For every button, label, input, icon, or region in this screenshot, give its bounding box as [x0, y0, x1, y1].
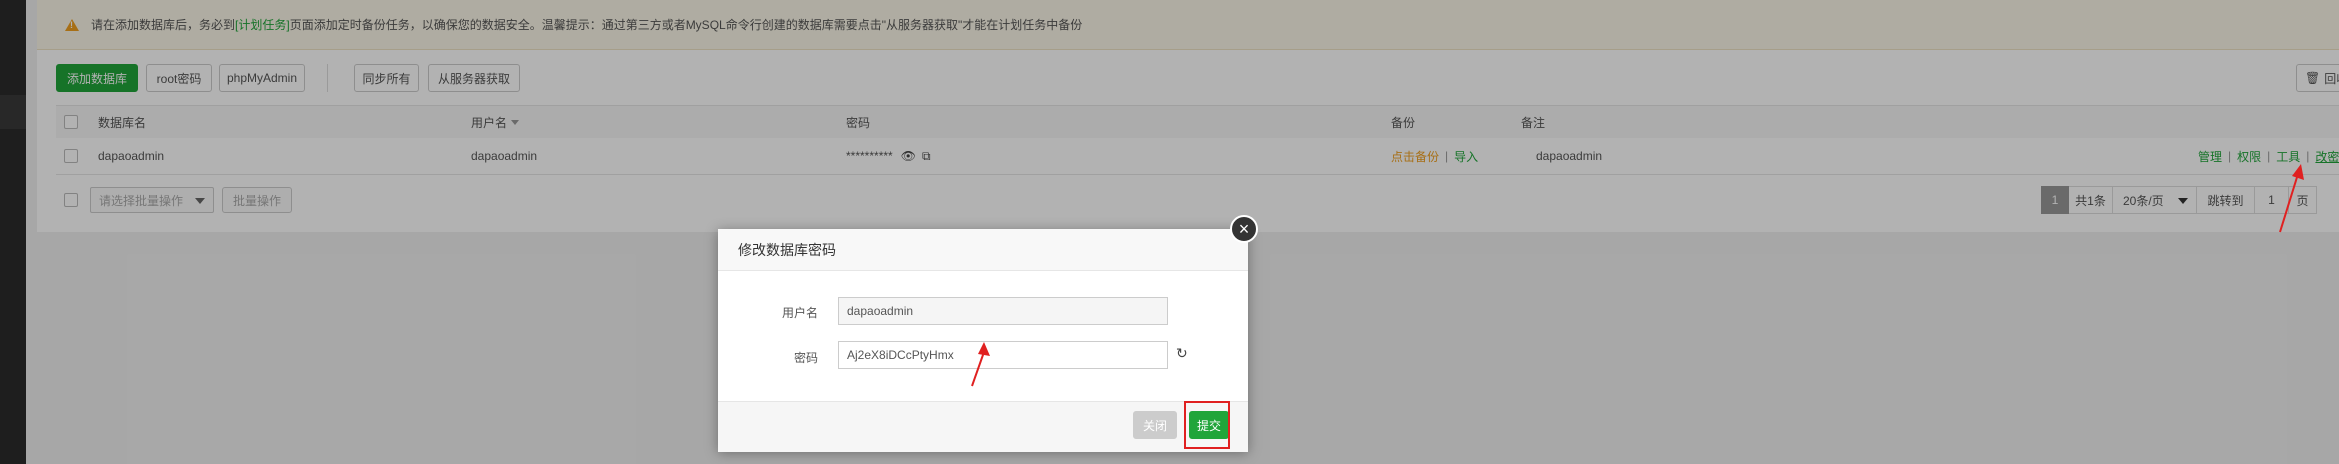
close-button[interactable]: 关闭 [1133, 411, 1177, 439]
dialog-title: 修改数据库密码 [718, 229, 1248, 271]
annotation-arrow-password [971, 342, 990, 387]
username-label: 用户名 [781, 306, 818, 320]
app-window: 请在添加数据库后，务必到[计划任务]页面添加定时备份任务，以确保您的数据安全。温… [0, 0, 2339, 464]
refresh-icon[interactable]: ↻ [1176, 345, 1188, 362]
password-field[interactable]: Aj2eX8iDCcPtyHmx [838, 341, 1168, 369]
close-icon[interactable]: × [1230, 215, 1258, 243]
password-label: 密码 [793, 351, 818, 365]
annotation-arrow-change-password [2279, 164, 2304, 233]
username-field[interactable]: dapaoadmin [838, 297, 1168, 325]
annotation-submit-highlight [1184, 401, 1230, 449]
